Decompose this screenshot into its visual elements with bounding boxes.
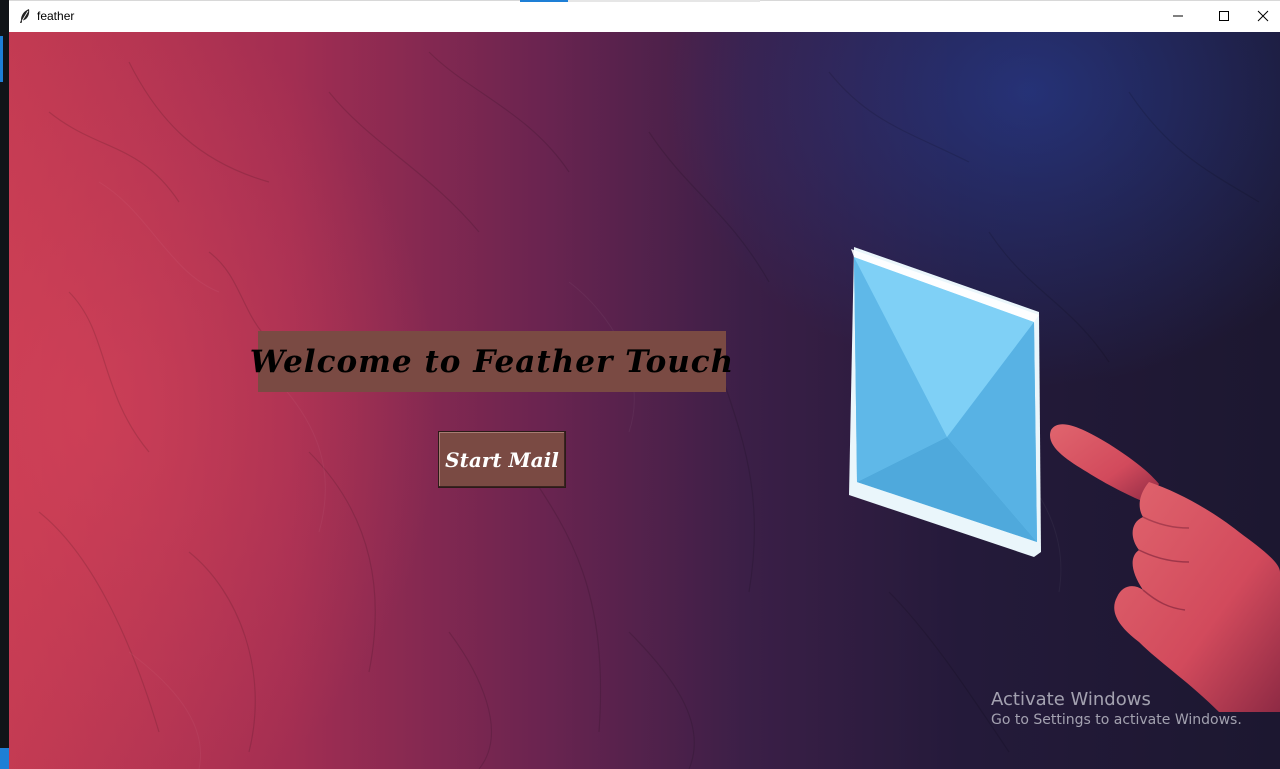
desktop-edge [0, 0, 9, 769]
app-window: feather Welcome to Feather Touch Start M… [9, 0, 1280, 769]
close-button[interactable] [1246, 1, 1280, 32]
watermark-title: Activate Windows [991, 689, 1151, 710]
window-title: feather [37, 9, 75, 23]
start-mail-label: Start Mail [445, 447, 559, 472]
watermark-subtitle: Go to Settings to activate Windows. [991, 712, 1242, 728]
activate-windows-watermark: Activate Windows Go to Settings to activ… [991, 689, 1242, 728]
start-mail-button[interactable]: Start Mail [438, 431, 566, 488]
main-canvas: Welcome to Feather Touch Start Mail Acti… [9, 32, 1280, 769]
minimize-icon [1172, 7, 1184, 26]
minimize-button[interactable] [1155, 1, 1201, 32]
feather-icon [17, 8, 33, 24]
title-bar[interactable]: feather [9, 0, 1280, 32]
maximize-icon [1218, 7, 1230, 26]
titlebar-highlight [520, 0, 568, 2]
pointing-hand-icon [1049, 424, 1280, 712]
welcome-banner: Welcome to Feather Touch [250, 331, 733, 392]
titlebar-highlight-secondary [568, 0, 760, 2]
envelope-icon [849, 247, 1041, 557]
welcome-heading: Welcome to Feather Touch [249, 343, 735, 380]
taskbar-accent [0, 36, 3, 82]
maximize-button[interactable] [1201, 1, 1247, 32]
close-icon [1257, 7, 1269, 26]
taskbar-accent-bottom [0, 748, 9, 769]
